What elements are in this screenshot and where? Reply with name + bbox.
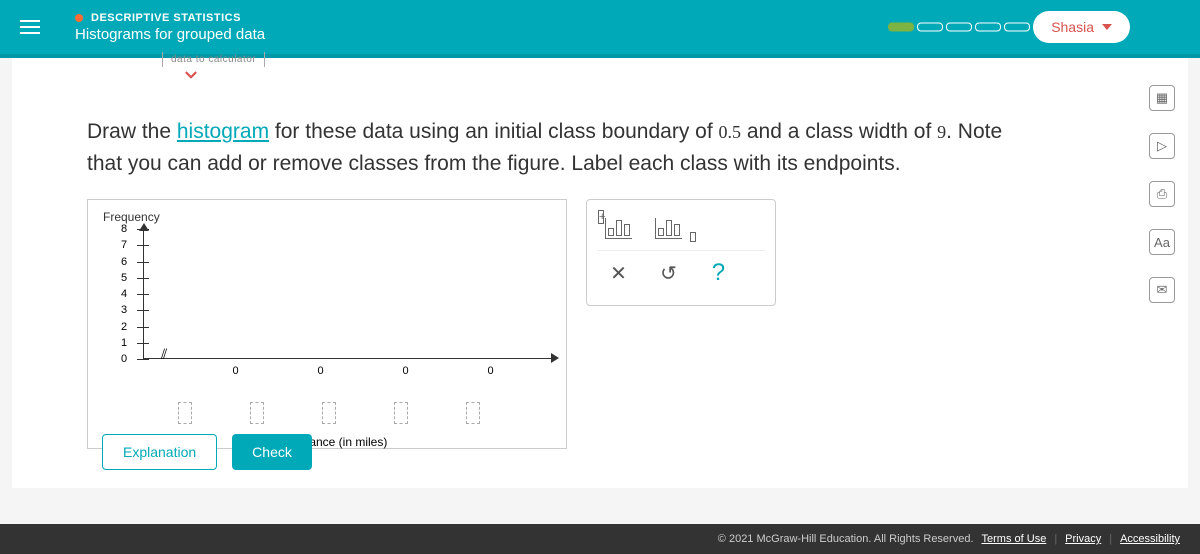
progress-segment — [946, 23, 972, 32]
explanation-button[interactable]: Explanation — [102, 434, 217, 470]
instruction-number: 0.5 — [719, 122, 742, 142]
hamburger-menu-icon[interactable] — [20, 20, 40, 34]
y-tick — [137, 310, 149, 311]
class-boundary-input[interactable] — [178, 402, 192, 424]
progress-bar — [888, 23, 1030, 32]
app-header: DESCRIPTIVE STATISTICS Histograms for gr… — [0, 0, 1200, 58]
y-tick-label: 5 — [121, 272, 127, 284]
instruction-fragment: and a class width of — [741, 120, 937, 143]
histogram-link[interactable]: histogram — [177, 120, 269, 143]
label-bar-tool[interactable] — [653, 218, 683, 242]
bar-value-label: 0 — [487, 365, 493, 377]
class-boundary-input[interactable] — [250, 402, 264, 424]
user-name: Shasia — [1051, 19, 1094, 35]
y-tick — [137, 262, 149, 263]
undo-button[interactable]: ↺ — [653, 261, 683, 286]
side-toolbar: ▦ ▷ ⎙ Aa ✉ — [1149, 85, 1175, 303]
y-tick-label: 4 — [121, 288, 127, 300]
y-tick-label: 0 — [121, 353, 127, 365]
clear-button[interactable]: ✕ — [603, 261, 633, 286]
y-tick — [137, 343, 149, 344]
tool-panel: + ✕ ↺ ? — [586, 199, 776, 306]
accessibility-link[interactable]: Accessibility — [1120, 533, 1180, 545]
main-content: data to calculator Draw the histogram fo… — [12, 58, 1188, 488]
x-axis-inputs — [178, 402, 553, 424]
check-button[interactable]: Check — [232, 434, 312, 470]
calculator-icon[interactable]: ▦ — [1149, 85, 1175, 111]
category-label: DESCRIPTIVE STATISTICS — [75, 12, 265, 24]
y-tick-label: 7 — [121, 239, 127, 251]
axis-break-icon: ⫽ — [161, 346, 164, 363]
y-tick — [137, 278, 149, 279]
instruction-fragment: Draw the — [87, 120, 177, 143]
instruction-fragment: for these data using an initial class bo… — [269, 120, 718, 143]
bar-value-label: 0 — [317, 365, 323, 377]
y-tick-label: 8 — [121, 223, 127, 235]
footer: © 2021 McGraw-Hill Education. All Rights… — [0, 524, 1200, 554]
instruction-text: Draw the histogram for these data using … — [87, 116, 1037, 179]
terms-link[interactable]: Terms of Use — [982, 533, 1047, 545]
histogram-label-icon — [655, 218, 682, 239]
progress-segment — [917, 23, 943, 32]
y-tick — [137, 229, 149, 230]
progress-segment — [1004, 23, 1030, 32]
bar-value-label: 0 — [402, 365, 408, 377]
histogram-chart[interactable]: Frequency ⫽ 012345678 0000 Distance (in … — [87, 199, 567, 449]
user-menu-button[interactable]: Shasia — [1033, 11, 1130, 43]
help-button[interactable]: ? — [703, 259, 733, 287]
topic-label: Histograms for grouped data — [75, 26, 265, 43]
y-axis-label: Frequency — [103, 210, 551, 224]
bars-container[interactable]: 0000 — [193, 249, 533, 359]
font-size-icon[interactable]: Aa — [1149, 229, 1175, 255]
x-axis-arrow-icon — [551, 353, 559, 363]
bar-value-label: 0 — [232, 365, 238, 377]
y-tick — [137, 359, 149, 360]
y-tick-label: 6 — [121, 256, 127, 268]
y-tick-label: 2 — [121, 321, 127, 333]
chart-axes: ⫽ 012345678 0000 Distance (in miles) — [123, 229, 553, 379]
y-tick — [137, 327, 149, 328]
copyright-text: © 2021 McGraw-Hill Education. All Rights… — [718, 533, 974, 545]
y-tick — [137, 294, 149, 295]
class-boundary-input[interactable] — [394, 402, 408, 424]
y-tick-label: 3 — [121, 304, 127, 316]
mail-icon[interactable]: ✉ — [1149, 277, 1175, 303]
y-tick-label: 1 — [121, 337, 127, 349]
separator: | — [1109, 533, 1112, 545]
y-tick — [137, 245, 149, 246]
calculator-tab: data to calculator — [162, 52, 265, 67]
privacy-link[interactable]: Privacy — [1065, 533, 1101, 545]
add-bar-tool[interactable]: + — [603, 218, 633, 242]
class-boundary-input[interactable] — [466, 402, 480, 424]
progress-segment — [888, 23, 914, 32]
instruction-number: 9 — [937, 122, 946, 142]
histogram-add-icon: + — [605, 218, 632, 239]
class-boundary-input[interactable] — [322, 402, 336, 424]
progress-segment — [975, 23, 1001, 32]
separator: | — [1054, 533, 1057, 545]
play-icon[interactable]: ▷ — [1149, 133, 1175, 159]
header-titles: DESCRIPTIVE STATISTICS Histograms for gr… — [75, 12, 265, 43]
book-icon[interactable]: ⎙ — [1149, 181, 1175, 207]
expand-tab-button[interactable] — [182, 66, 200, 89]
action-buttons: Explanation Check — [102, 434, 312, 470]
